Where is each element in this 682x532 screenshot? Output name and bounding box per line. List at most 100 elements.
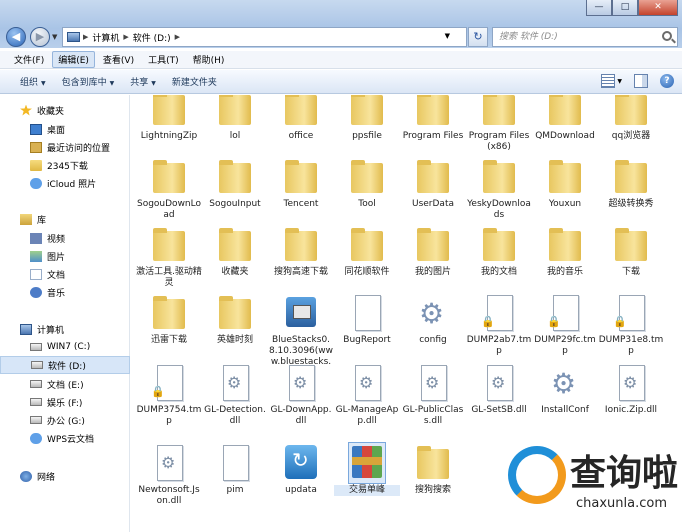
menu-edit[interactable]: 编辑(E) [52,51,95,68]
file-item[interactable]: 搜狗高速下载 [268,225,334,278]
nav-drive-c[interactable]: WIN7 (C:) [0,338,130,356]
include-in-library-button[interactable]: 包含到库中 ▼ [54,75,123,88]
nav-wps-cloud[interactable]: WPS云文档 [0,429,130,447]
nav-pictures[interactable]: 图片 [0,247,130,265]
nav-favorites[interactable]: 收藏夹 [0,101,130,119]
file-item[interactable]: QMDownload [532,95,598,142]
file-item[interactable]: GL-DownApp.dll [268,363,334,427]
nav-2345-download[interactable]: 2345下载 [0,156,130,174]
chevron-right-icon[interactable]: ▶ [175,33,180,41]
file-item[interactable]: GL-ManageApp.dll [334,363,400,427]
file-item[interactable]: 收藏夹 [202,225,268,278]
file-item[interactable]: LightningZip [136,95,202,142]
computer-icon [20,323,32,335]
close-button[interactable]: ✕ [638,0,678,16]
new-folder-button[interactable]: 新建文件夹 [164,75,225,88]
folder-icon [481,225,517,265]
file-item[interactable]: InstallConf [532,363,598,416]
nav-label: WIN7 (C:) [47,342,91,352]
file-item[interactable]: 激活工具.驱动精灵 [136,225,202,289]
file-item[interactable]: UserData [400,157,466,210]
file-item[interactable]: GL-Detection.dll [202,363,268,427]
help-icon[interactable]: ? [660,74,674,88]
minimize-button[interactable]: — [586,0,612,16]
file-item[interactable]: lol [202,95,268,142]
nav-drive-e[interactable]: 文档 (E:) [0,375,130,393]
file-item[interactable]: 我的文档 [466,225,532,278]
menu-tools[interactable]: 工具(T) [142,51,185,68]
change-view-icon[interactable] [601,74,616,88]
search-input[interactable]: 搜索 软件 (D:) [492,27,678,47]
nav-computer[interactable]: 计算机 [0,320,130,338]
refresh-button[interactable]: ↻ [468,27,488,47]
nav-music[interactable]: 音乐 [0,283,130,301]
file-item[interactable]: SogouDownLoad [136,157,202,221]
breadcrumb-drive-d[interactable]: 软件 (D:) [129,31,175,44]
file-item[interactable]: Newtonsoft.Json.dll [136,443,202,507]
file-item[interactable]: Youxun [532,157,598,210]
address-dropdown-icon[interactable]: ▼ [445,32,450,40]
nav-drive-g[interactable]: 办公 (G:) [0,411,130,429]
nav-videos[interactable]: 视频 [0,229,130,247]
dll-icon [151,443,187,483]
file-name: office [288,131,314,141]
file-item[interactable]: Ionic.Zip.dll [598,363,664,416]
file-item[interactable]: 下载 [598,225,664,278]
nav-network[interactable]: 网络 [0,467,130,485]
file-item[interactable]: DUMP2ab7.tmp [466,293,532,357]
file-item[interactable]: 同花顺软件 [334,225,400,278]
file-item[interactable]: 我的图片 [400,225,466,278]
file-item[interactable]: DUMP31e8.tmp [598,293,664,357]
chevron-down-icon[interactable]: ▼ [617,78,622,85]
share-button[interactable]: 共享 ▼ [122,75,164,88]
file-item[interactable]: SogouInput [202,157,268,210]
recent-pages-dropdown-icon[interactable]: ▼ [52,33,57,41]
file-item[interactable]: ppsfile [334,95,400,142]
file-item[interactable]: YeskyDownloads [466,157,532,221]
folder-icon [547,95,583,129]
file-item[interactable]: updata [268,443,334,496]
file-item[interactable]: Tool [334,157,400,210]
forward-button[interactable]: ▶ [30,27,50,47]
nav-desktop[interactable]: 桌面 [0,120,130,138]
file-item[interactable]: Program Files (x86) [466,95,532,153]
share-label: 共享 [130,78,149,88]
file-item[interactable]: pim [202,443,268,496]
menu-file[interactable]: 文件(F) [8,51,50,68]
nav-drive-d[interactable]: 软件 (D:) [0,356,130,374]
breadcrumb-computer[interactable]: 计算机 [88,31,123,44]
nav-icloud-photos[interactable]: iCloud 照片 [0,174,130,192]
file-item[interactable]: config [400,293,466,346]
maximize-button[interactable]: □ [612,0,638,16]
file-name: SogouInput [209,199,261,209]
file-item[interactable]: BugReport [334,293,400,346]
file-item[interactable]: GL-SetSB.dll [466,363,532,416]
nav-documents[interactable]: 文档 [0,265,130,283]
organize-button[interactable]: 组织 ▼ [12,75,54,88]
address-bar[interactable]: ▶ 计算机 ▶ 软件 (D:) ▶ ▼ [62,27,467,47]
file-item[interactable]: 迅雷下载 [136,293,202,346]
file-item[interactable]: office [268,95,334,142]
file-item[interactable]: 超级转换秀 [598,157,664,210]
file-item[interactable]: DUMP3754.tmp [136,363,202,427]
nav-drive-f[interactable]: 娱乐 (F:) [0,393,130,411]
watermark: 查询啦 chaxunla.com [502,442,682,532]
file-item[interactable]: GL-PublicClass.dll [400,363,466,427]
menu-view[interactable]: 查看(V) [97,51,140,68]
back-button[interactable]: ◀ [6,27,26,47]
file-item[interactable]: DUMP29fc.tmp [532,293,598,357]
search-icon[interactable] [662,31,672,41]
nav-recent-places[interactable]: 最近访问的位置 [0,138,130,156]
file-item[interactable]: 搜狗搜索 [400,443,466,496]
file-item[interactable]: 交易单峰 [334,442,400,496]
folder-icon [613,157,649,197]
menu-help[interactable]: 帮助(H) [187,51,231,68]
file-item[interactable]: Program Files [400,95,466,142]
file-item[interactable]: 我的音乐 [532,225,598,278]
preview-pane-icon[interactable] [634,74,648,88]
file-item[interactable]: 英雄时刻 [202,293,268,346]
nav-libraries[interactable]: 库 [0,210,130,228]
rar-icon [348,442,386,484]
file-item[interactable]: Tencent [268,157,334,210]
file-item[interactable]: qq浏览器 [598,95,664,142]
